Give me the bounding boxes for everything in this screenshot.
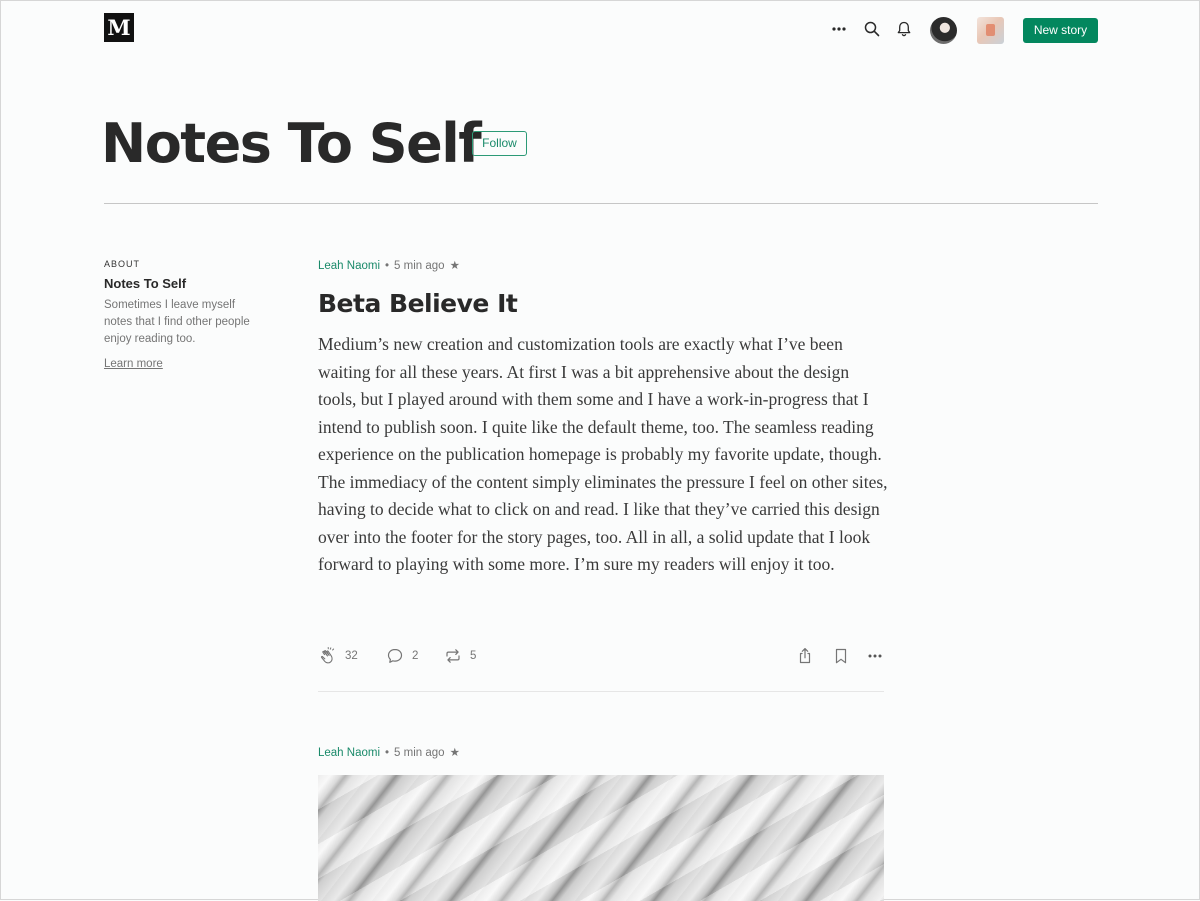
publication-thumbnail[interactable] [977,17,1004,44]
clap-button[interactable]: 32 [318,644,358,668]
about-label: ABOUT [104,259,141,269]
new-story-button[interactable]: New story [1023,18,1098,43]
user-avatar[interactable] [930,17,957,44]
author-link[interactable]: Leah Naomi [318,747,380,759]
story-time: 5 min ago [394,747,445,759]
about-name: Notes To Self [104,276,187,291]
meta-separator: • [385,260,390,272]
search-icon[interactable] [862,19,882,39]
story-actions: 32 2 5 [318,644,884,668]
star-icon: ★ [449,260,460,272]
story-time: 5 min ago [394,260,445,272]
bell-icon[interactable] [894,19,914,39]
story-meta: Leah Naomi • 5 min ago ★ [318,745,460,759]
story-divider [318,691,884,692]
top-bar: M New story [1,1,1200,59]
learn-more-link[interactable]: Learn more [104,358,163,370]
bookmark-icon[interactable] [831,644,851,668]
more-icon[interactable] [829,19,849,39]
publication-title: Notes To Self [101,112,482,175]
medium-logo[interactable]: M [104,13,134,42]
story-title[interactable]: Beta Believe It [318,286,518,322]
repost-count: 5 [470,650,477,662]
response-bubble-icon [385,646,405,666]
clap-count: 32 [345,650,358,662]
author-link[interactable]: Leah Naomi [318,260,380,272]
story-hero-image[interactable] [318,775,884,901]
repost-button[interactable]: 5 [443,644,476,668]
star-icon: ★ [449,747,460,759]
story-meta: Leah Naomi • 5 min ago ★ [318,258,460,272]
header-divider [104,203,1098,204]
story-body[interactable]: Medium’s new creation and customization … [318,331,888,579]
share-icon[interactable] [795,644,815,668]
responses-button[interactable]: 2 [385,644,418,668]
about-description: Sometimes I leave myself notes that I fi… [104,299,250,345]
response-count: 2 [412,650,419,662]
clap-icon [318,646,338,666]
follow-button[interactable]: Follow [472,131,527,156]
repost-icon [443,646,463,666]
meta-separator: • [385,747,390,759]
story-more-icon[interactable] [865,644,885,668]
